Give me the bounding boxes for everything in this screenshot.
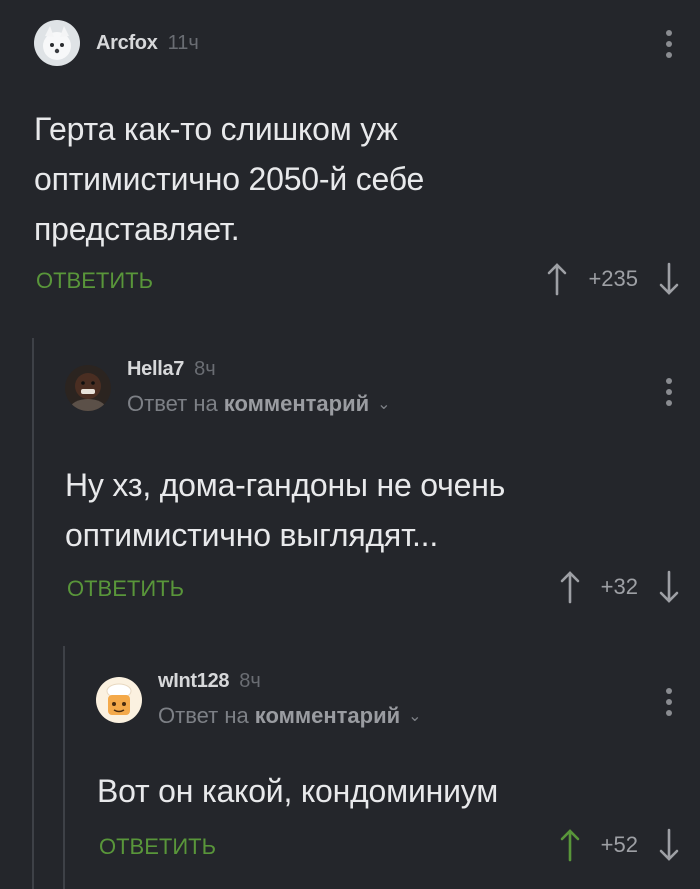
author-name[interactable]: wInt128 xyxy=(158,670,230,693)
rating-count: +235 xyxy=(588,266,638,291)
vote-controls: +32 xyxy=(559,570,680,604)
downvote-arrow-icon[interactable] xyxy=(658,828,680,862)
downvote-arrow-icon[interactable] xyxy=(658,570,680,604)
reply-to-link[interactable]: Ответ на комментарий ⌄ xyxy=(158,703,422,729)
upvote-arrow-icon[interactable] xyxy=(559,828,581,862)
comment-text-line: оптимистично выглядят... xyxy=(65,517,439,553)
reply-to-prefix: Ответ на xyxy=(127,391,218,416)
avatar[interactable] xyxy=(34,20,80,66)
comment-text-line: Герта как-то слишком уж xyxy=(34,111,398,147)
rating-count: +32 xyxy=(600,574,638,599)
chevron-down-icon[interactable]: ⌄ xyxy=(408,706,421,726)
reply-button[interactable]: ОТВЕТИТЬ xyxy=(67,576,184,602)
reply-to-prefix: Ответ на xyxy=(158,703,249,728)
reply-to-link[interactable]: Ответ на комментарий ⌄ xyxy=(127,391,391,417)
comment-text-line: Ну хз, дома-гандоны не очень xyxy=(65,467,506,503)
comment-text-line: оптимистично 2050-й себе xyxy=(34,161,425,197)
vote-controls: +235 xyxy=(546,262,680,296)
downvote-arrow-icon[interactable] xyxy=(658,262,680,296)
vote-controls: +52 xyxy=(559,828,680,862)
reply-button[interactable]: ОТВЕТИТЬ xyxy=(36,268,153,294)
more-options-icon[interactable] xyxy=(664,688,674,716)
comment-text: Герта как-то слишком уж оптимистично 205… xyxy=(34,104,424,254)
more-options-icon[interactable] xyxy=(664,30,674,58)
author-name[interactable]: Arcfox xyxy=(96,32,158,55)
comment-text: Вот он какой, кондоминиум xyxy=(97,766,498,816)
upvote-arrow-icon[interactable] xyxy=(559,570,581,604)
comment-text: Ну хз, дома-гандоны не очень оптимистичн… xyxy=(65,460,505,560)
rating-count: +52 xyxy=(600,832,638,857)
reply-button[interactable]: ОТВЕТИТЬ xyxy=(99,834,216,860)
white-fox-avatar-icon xyxy=(34,20,80,66)
comment-text-line: Вот он какой, кондоминиум xyxy=(97,773,499,809)
more-options-icon[interactable] xyxy=(664,378,674,406)
comment-header: wInt128 8ч Ответ на комментарий ⌄ xyxy=(96,670,422,729)
reply-to-target[interactable]: комментарий xyxy=(224,391,369,417)
comment-time: 8ч xyxy=(239,670,261,692)
comment-time: 11ч xyxy=(167,31,199,54)
comment-text-line: представляет. xyxy=(34,211,240,247)
thread-line-level-1 xyxy=(32,338,34,889)
upvote-arrow-icon[interactable] xyxy=(546,262,568,296)
reply-to-target[interactable]: комментарий xyxy=(255,703,400,729)
author-name[interactable]: Hella7 xyxy=(127,358,184,381)
comment-header: Arcfox 11ч xyxy=(34,20,199,66)
avatar[interactable] xyxy=(96,676,142,723)
chevron-down-icon[interactable]: ⌄ xyxy=(377,394,390,414)
person-avatar-icon xyxy=(65,364,111,411)
avatar[interactable] xyxy=(65,364,111,411)
comment-header: Hella7 8ч Ответ на комментарий ⌄ xyxy=(65,358,391,417)
comment-time: 8ч xyxy=(194,358,216,380)
chef-cartoon-avatar-icon xyxy=(96,676,142,723)
thread-line-level-2 xyxy=(63,646,65,889)
